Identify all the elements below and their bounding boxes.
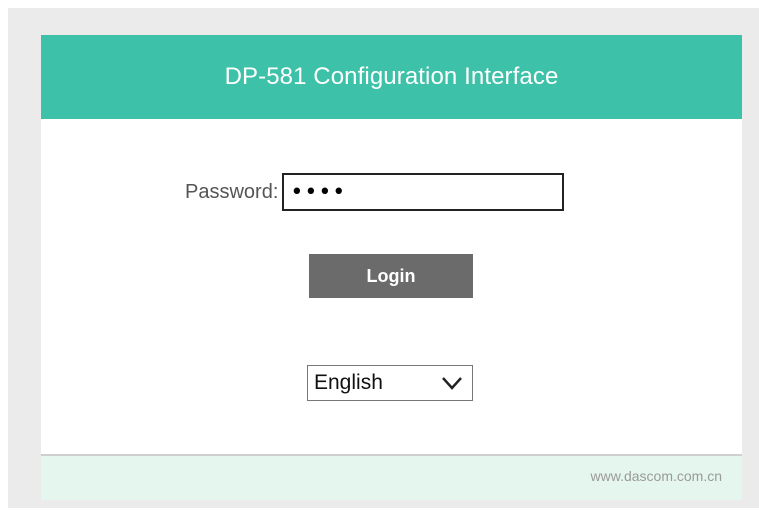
page-background: DP-581 Configuration Interface Password:… — [8, 8, 759, 508]
page-title: DP-581 Configuration Interface — [224, 63, 559, 90]
password-row: Password: — [185, 171, 565, 213]
header-bar: DP-581 Configuration Interface — [41, 35, 742, 119]
chevron-down-icon — [442, 377, 462, 390]
login-panel: DP-581 Configuration Interface Password:… — [41, 35, 742, 500]
password-input[interactable] — [282, 173, 565, 211]
website-link[interactable]: www.dascom.com.cn — [591, 468, 722, 484]
footer-bar: www.dascom.com.cn — [41, 456, 742, 500]
login-button[interactable]: Login — [309, 254, 473, 298]
language-select[interactable]: English — [307, 365, 473, 401]
language-selected-value: English — [314, 371, 383, 394]
password-label: Password: — [185, 180, 279, 203]
